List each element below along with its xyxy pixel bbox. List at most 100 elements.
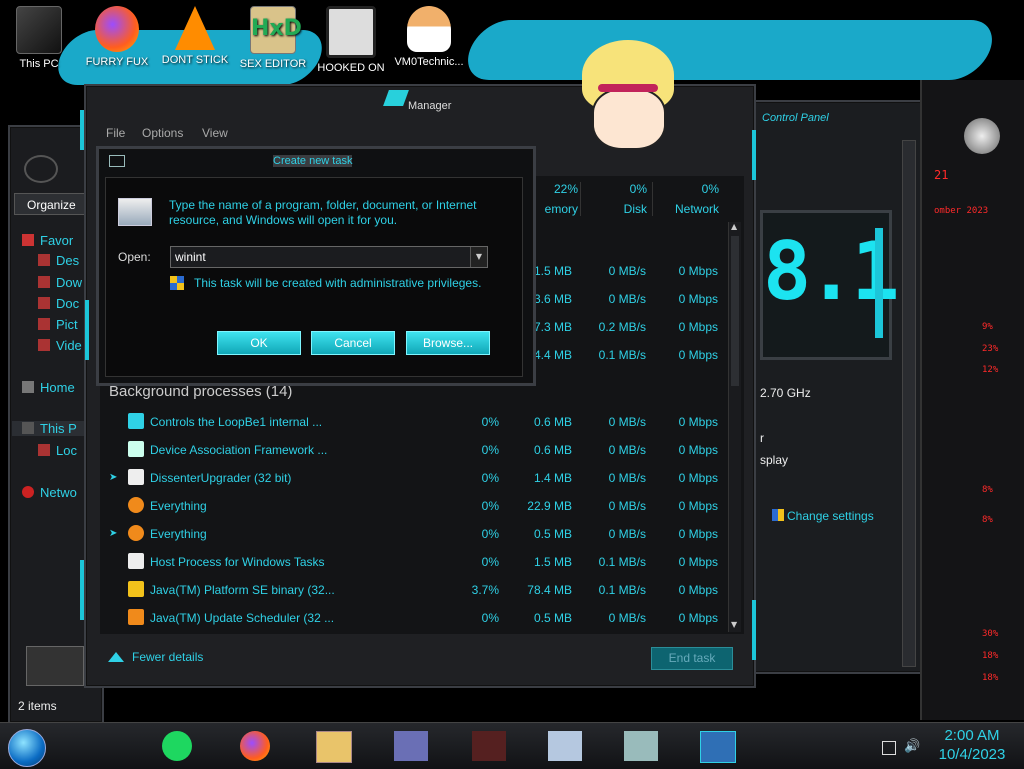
clock-date[interactable]: 10/4/2023 <box>934 746 1010 763</box>
cancel-button[interactable]: Cancel <box>311 331 395 355</box>
network-tray-icon[interactable] <box>882 741 896 755</box>
column-network-header[interactable]: 0% Network <box>652 182 719 216</box>
desktop-icon-vm0technic[interactable]: VM0Technic... <box>390 6 468 68</box>
frame-accent <box>80 560 84 620</box>
menu-view[interactable]: View <box>202 126 228 140</box>
sidebar-item-label: This P <box>40 421 77 436</box>
process-row[interactable]: ➤ DissenterUpgrader (32 bit) 0% 1.4 MB 0 MB/… <box>100 464 730 492</box>
process-disk: 0.1 MB/s <box>598 583 646 597</box>
document-icon <box>38 297 50 309</box>
video-icon <box>38 339 50 351</box>
status-bar-items: 2 items <box>18 699 57 713</box>
version-panel: 8.1 <box>760 210 899 360</box>
process-scrollbar[interactable]: ▲ ▼ <box>728 222 741 632</box>
sidebar-item-videos[interactable]: Vide <box>38 338 82 353</box>
open-combobox[interactable]: ▼ <box>170 246 488 268</box>
end-task-label: End task <box>668 651 716 665</box>
desktop-icon-dont-stick[interactable]: DONT STICK <box>156 6 234 66</box>
sidebar-item-favorites[interactable]: Favor <box>22 233 73 248</box>
magnifier-icon <box>128 525 144 541</box>
alienware-app-icon[interactable] <box>472 731 506 761</box>
process-row[interactable]: Java(TM) Platform SE binary (32... 3.7% 78… <box>100 576 730 604</box>
scrollbar-thumb[interactable] <box>731 236 739 386</box>
fewer-details-button[interactable]: Fewer details <box>108 650 203 664</box>
process-cpu: 3.7% <box>471 583 499 597</box>
window-icon <box>128 553 144 569</box>
expand-chevron-icon[interactable]: ➤ <box>109 528 117 539</box>
process-disk: 0 MB/s <box>608 415 646 429</box>
sidebar-item-network[interactable]: Netwo <box>22 485 77 500</box>
explorer-thumbnail <box>26 646 84 686</box>
run-dialog-taskbar-icon[interactable] <box>700 731 736 763</box>
change-settings-link[interactable]: Change settings <box>772 509 874 523</box>
scrollbar[interactable] <box>902 140 916 667</box>
fewer-details-label: Fewer details <box>132 650 204 664</box>
sidebar-item-documents[interactable]: Doc <box>38 296 79 311</box>
control-panel-icon[interactable] <box>394 731 428 761</box>
process-network: 0 Mbps <box>678 499 718 513</box>
remote-desktop-icon[interactable] <box>548 731 582 761</box>
browse-button[interactable]: Browse... <box>406 331 490 355</box>
volume-tray-icon[interactable]: 🔊 <box>904 739 920 754</box>
disk-percent: 0% <box>629 182 647 196</box>
background-process-list: Controls the LoopBe1 internal ... 0% 0.6 M… <box>100 408 730 632</box>
face-shape <box>592 88 666 150</box>
magnifier-icon <box>128 497 144 513</box>
firefox-icon[interactable] <box>240 731 270 761</box>
sidebar-item-home[interactable]: Home <box>22 380 75 395</box>
desktop-icon-furry-fux[interactable]: FURRY FUX <box>78 6 156 68</box>
expand-chevron-icon[interactable]: ➤ <box>109 472 117 483</box>
red-text: 12% <box>982 365 999 375</box>
desktop-icon-label: VM0Technic... <box>394 56 464 68</box>
sidebar-item-desktop[interactable]: Des <box>38 253 79 268</box>
desktop-icon <box>38 254 50 266</box>
process-row[interactable]: Device Association Framework ... 0% 0.6 MB… <box>100 436 730 464</box>
sidebar-item-local-disk[interactable]: Loc <box>38 443 77 458</box>
java-icon <box>128 581 144 597</box>
sidebar-item-downloads[interactable]: Dow <box>38 275 82 290</box>
vlc-cone-icon <box>175 6 215 50</box>
explorer-emblem-icon <box>24 155 58 183</box>
menu-file[interactable]: File <box>106 126 125 140</box>
top-row-net-cell: 0 Mbps <box>678 348 718 362</box>
scroll-down-icon[interactable]: ▼ <box>731 620 737 629</box>
spotify-icon[interactable] <box>162 731 192 761</box>
process-name: Everything <box>150 499 207 513</box>
red-text: 18% <box>982 673 999 683</box>
network-percent: 0% <box>701 182 719 196</box>
process-name: Java(TM) Update Scheduler (32 ... <box>150 611 335 625</box>
clock-time[interactable]: 2:00 AM <box>940 727 1004 744</box>
process-cpu: 0% <box>481 499 499 513</box>
dropdown-arrow-icon[interactable]: ▼ <box>470 247 487 267</box>
ok-button[interactable]: OK <box>217 331 301 355</box>
process-memory: 0.6 MB <box>533 415 572 429</box>
headband-shape <box>598 84 658 92</box>
process-row[interactable]: Java(TM) Update Scheduler (32 ... 0% 0.5 M… <box>100 604 730 632</box>
sidebar-item-pictures[interactable]: Pict <box>38 317 78 332</box>
control-panel-title: Control Panel <box>762 112 829 124</box>
desktop-icon-hooked-on[interactable]: HOOKED ON <box>312 6 390 74</box>
menu-options[interactable]: Options <box>142 126 183 140</box>
process-name: Java(TM) Platform SE binary (32... <box>150 583 335 597</box>
red-text: omber 2023 <box>934 206 989 216</box>
folder-icon[interactable] <box>316 731 352 763</box>
column-disk-header[interactable]: 0% Disk <box>580 182 647 216</box>
process-row[interactable]: Controls the LoopBe1 internal ... 0% 0.6 M… <box>100 408 730 436</box>
dialog-icon <box>109 155 125 167</box>
browse-label: Browse... <box>422 336 473 350</box>
end-task-button[interactable]: End task <box>651 647 733 670</box>
process-disk: 0 MB/s <box>608 443 646 457</box>
desktop-icon-this-pc[interactable]: This PC <box>0 6 78 70</box>
process-row[interactable]: Everything 0% 22.9 MB 0 MB/s 0 Mbps <box>100 492 730 520</box>
start-button[interactable] <box>8 729 46 767</box>
process-disk: 0 MB/s <box>608 527 646 541</box>
picture-icon <box>38 318 50 330</box>
window-title: Manager <box>408 100 452 112</box>
open-input[interactable] <box>173 248 467 266</box>
process-network: 0 Mbps <box>678 415 718 429</box>
task-manager-taskbar-icon[interactable] <box>624 731 658 761</box>
process-row[interactable]: Host Process for Windows Tasks 0% 1.5 MB 0.… <box>100 548 730 576</box>
scroll-up-icon[interactable]: ▲ <box>731 222 737 231</box>
desktop-icon-sex-editor[interactable]: HxD SEX EDITOR <box>234 6 312 70</box>
process-row[interactable]: ➤ Everything 0% 0.5 MB 0 MB/s 0 Mbps <box>100 520 730 548</box>
